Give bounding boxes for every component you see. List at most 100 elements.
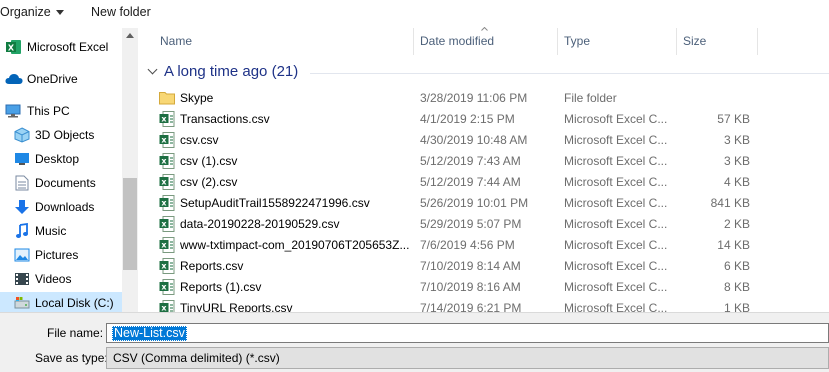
organize-button[interactable]: Organize xyxy=(0,4,64,20)
save-as-type-select[interactable]: CSV (Comma delimited) (*.csv) xyxy=(106,347,829,369)
excel-icon: X xyxy=(6,40,21,54)
file-date: 7/10/2019 8:16 AM xyxy=(420,280,521,294)
3d-objects-icon xyxy=(14,127,30,143)
excel-csv-icon: x xyxy=(159,195,175,211)
file-row[interactable]: x csv.csv 4/30/2019 10:48 AM Microsoft E… xyxy=(156,129,816,151)
svg-text:x: x xyxy=(161,115,167,124)
nav-item-label: Videos xyxy=(35,272,72,286)
nav-item-microsoft-excel[interactable]: X Microsoft Excel xyxy=(0,36,122,58)
nav-item-downloads[interactable]: Downloads xyxy=(0,196,122,218)
file-type: Microsoft Excel C... xyxy=(564,112,668,126)
file-type: File folder xyxy=(564,91,617,105)
nav-item-this-pc[interactable]: This PC xyxy=(0,100,122,122)
scroll-up-arrow-icon[interactable] xyxy=(126,33,134,38)
nav-item-label: Desktop xyxy=(35,152,80,166)
file-name-label: File name: xyxy=(47,326,104,340)
computer-icon xyxy=(5,104,21,118)
file-date: 3/28/2019 11:06 PM xyxy=(420,91,528,105)
new-folder-button[interactable]: New folder xyxy=(91,4,151,20)
file-row[interactable]: x Reports.csv 7/10/2019 8:14 AM Microsof… xyxy=(156,255,816,277)
file-size: 8 KB xyxy=(723,280,750,294)
group-header[interactable]: A long time ago (21) xyxy=(147,62,298,82)
column-header-type[interactable]: Type xyxy=(564,28,590,55)
column-divider[interactable] xyxy=(413,28,414,55)
nav-item-label: This PC xyxy=(27,104,70,118)
file-row[interactable]: x Reports (1).csv 7/10/2019 8:16 AM Micr… xyxy=(156,276,816,298)
column-header-date-modified[interactable]: Date modified xyxy=(420,28,494,55)
file-name: Skype xyxy=(180,91,214,105)
save-as-type-label: Save as type: xyxy=(35,351,108,365)
scroll-thumb[interactable] xyxy=(123,178,137,270)
file-name: Reports (1).csv xyxy=(180,280,262,294)
excel-csv-icon: x xyxy=(159,237,175,253)
column-header-name[interactable]: Name xyxy=(160,28,192,55)
svg-text:x: x xyxy=(161,178,167,187)
excel-csv-icon: x xyxy=(159,174,175,190)
file-type: Microsoft Excel C... xyxy=(564,238,668,252)
nav-item-3d-objects[interactable]: 3D Objects xyxy=(0,124,122,146)
file-size: 57 KB xyxy=(717,112,750,126)
svg-text:x: x xyxy=(161,262,167,271)
svg-text:x: x xyxy=(161,136,167,145)
file-row[interactable]: x csv (1).csv 5/12/2019 7:43 AM Microsof… xyxy=(156,150,816,172)
file-type: Microsoft Excel C... xyxy=(564,154,668,168)
file-name: csv (1).csv xyxy=(180,154,238,168)
file-row[interactable]: x SetupAuditTrail1558922471996.csv 5/26/… xyxy=(156,192,816,214)
file-type: Microsoft Excel C... xyxy=(564,280,668,294)
nav-item-label: Downloads xyxy=(35,200,95,214)
file-name: Reports.csv xyxy=(180,259,244,273)
file-type: Microsoft Excel C... xyxy=(564,196,668,210)
svg-text:x: x xyxy=(161,157,167,166)
excel-csv-icon: x xyxy=(159,132,175,148)
file-size: 6 KB xyxy=(723,259,750,273)
save-options-panel: File name: New-List.csv Save as type: CS… xyxy=(0,312,829,372)
group-label: A long time ago (21) xyxy=(164,63,299,80)
excel-csv-icon: x xyxy=(159,153,175,169)
nav-item-local-disk[interactable]: Local Disk (C:) xyxy=(0,292,122,312)
file-type: Microsoft Excel C... xyxy=(564,259,668,273)
file-date: 7/10/2019 8:14 AM xyxy=(420,259,521,273)
file-row[interactable]: Skype 3/28/2019 11:06 PM File folder xyxy=(156,87,816,109)
excel-csv-icon: x xyxy=(159,258,175,274)
column-divider[interactable] xyxy=(557,28,558,55)
file-row[interactable]: x www-txtimpact-com_20190706T205653Z... … xyxy=(156,234,816,256)
file-row[interactable]: x Transactions.csv 4/1/2019 2:15 PM Micr… xyxy=(156,108,816,130)
nav-item-label: Local Disk (C:) xyxy=(35,296,114,310)
desktop-icon xyxy=(15,153,29,165)
local-disk-icon xyxy=(14,297,30,309)
nav-item-music[interactable]: Music xyxy=(0,220,122,242)
file-name: Transactions.csv xyxy=(180,112,270,126)
nav-item-label: Microsoft Excel xyxy=(27,40,109,54)
file-name-value: New-List.csv xyxy=(112,326,187,341)
chevron-down-icon xyxy=(55,10,64,16)
nav-item-onedrive[interactable]: OneDrive xyxy=(0,68,122,90)
file-date: 5/29/2019 5:07 PM xyxy=(420,217,522,231)
nav-item-label: Pictures xyxy=(35,248,79,262)
file-name: csv (2).csv xyxy=(180,175,238,189)
svg-text:x: x xyxy=(161,220,167,229)
nav-item-documents[interactable]: Documents xyxy=(0,172,122,194)
column-header-size[interactable]: Size xyxy=(683,28,706,55)
nav-item-desktop[interactable]: Desktop xyxy=(0,148,122,170)
file-name-input[interactable]: New-List.csv xyxy=(106,323,829,343)
file-row[interactable]: x data-20190228-20190529.csv 5/29/2019 5… xyxy=(156,213,816,235)
chevron-down-icon xyxy=(147,64,158,75)
svg-text:x: x xyxy=(161,283,167,292)
column-divider[interactable] xyxy=(757,28,758,55)
file-type: Microsoft Excel C... xyxy=(564,133,668,147)
nav-item-label: Documents xyxy=(35,176,96,190)
excel-csv-icon: x xyxy=(159,279,175,295)
file-name: SetupAuditTrail1558922471996.csv xyxy=(180,196,370,210)
file-size: 2 KB xyxy=(723,217,750,231)
pictures-icon xyxy=(14,248,30,262)
nav-item-videos[interactable]: Videos xyxy=(0,268,122,290)
file-type: Microsoft Excel C... xyxy=(564,217,668,231)
file-row[interactable]: x csv (2).csv 5/12/2019 7:44 AM Microsof… xyxy=(156,171,816,193)
nav-scrollbar[interactable] xyxy=(122,28,138,312)
nav-item-pictures[interactable]: Pictures xyxy=(0,244,122,266)
column-divider[interactable] xyxy=(676,28,677,55)
svg-text:x: x xyxy=(161,241,167,250)
file-date: 5/26/2019 10:01 PM xyxy=(420,196,529,210)
nav-item-label: Music xyxy=(35,224,67,238)
file-date: 7/6/2019 4:56 PM xyxy=(420,238,515,252)
